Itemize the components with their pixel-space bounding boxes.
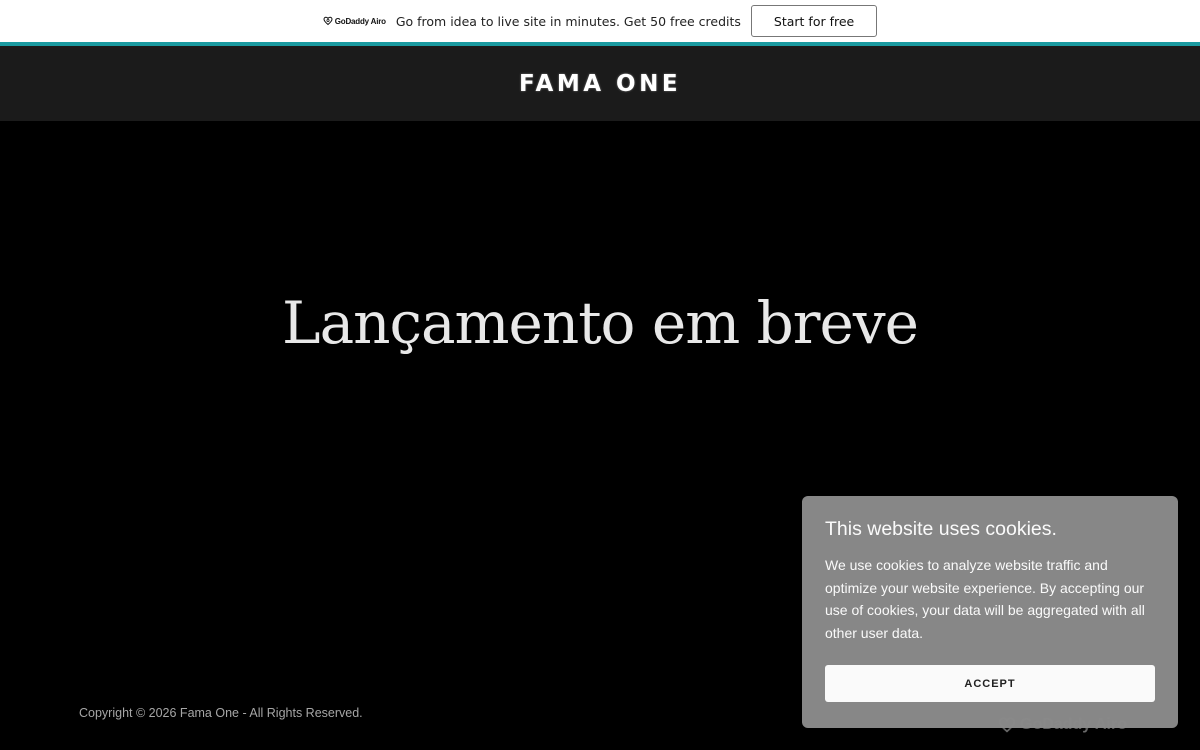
site-title[interactable]: FAMA ONE	[519, 71, 681, 97]
accept-cookies-button[interactable]: ACCEPT	[825, 665, 1155, 702]
promo-logo-text: GoDaddy Airo	[334, 16, 386, 26]
godaddy-airo-logo[interactable]: GoDaddy Airo	[323, 16, 386, 26]
hero-heading: Lançamento em breve	[282, 289, 919, 357]
promo-banner: GoDaddy Airo Go from idea to live site i…	[0, 0, 1200, 42]
cookie-description: We use cookies to analyze website traffi…	[825, 557, 1145, 641]
godaddy-heart-icon	[323, 16, 333, 26]
cookie-consent-dialog: This website uses cookies. We use cookie…	[802, 496, 1178, 728]
cookie-title: This website uses cookies.	[825, 518, 1057, 540]
promo-message: Go from idea to live site in minutes. Ge…	[395, 13, 741, 29]
copyright-text: Copyright © 2026 Fama One - All Rights R…	[79, 706, 363, 720]
start-for-free-button[interactable]: Start for free	[750, 5, 878, 37]
site-header: FAMA ONE	[0, 46, 1200, 121]
